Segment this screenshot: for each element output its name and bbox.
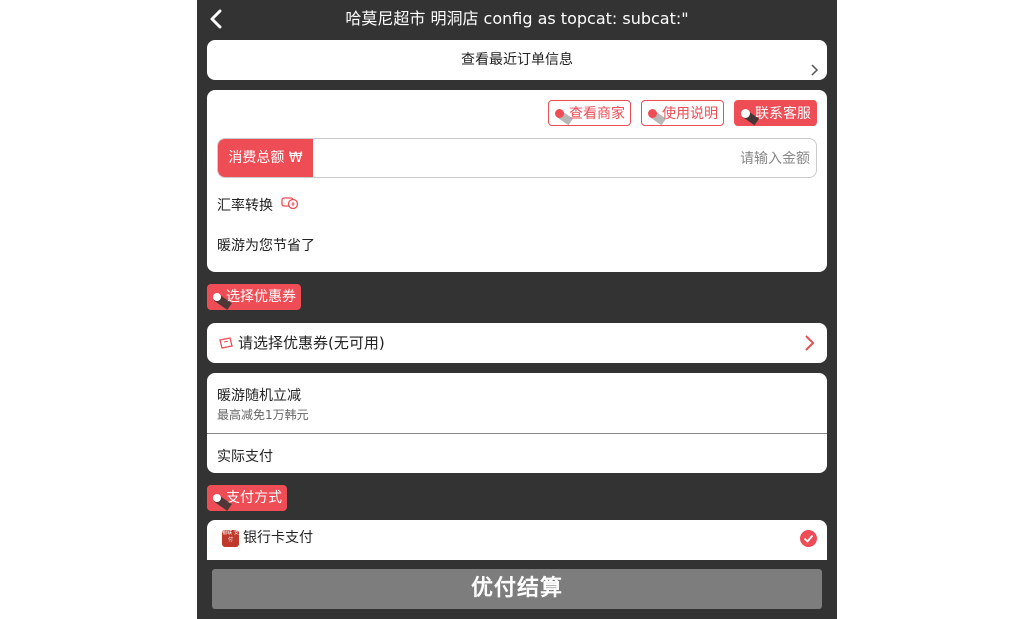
actual-pay-label: 实际支付 [217, 449, 273, 465]
dot-icon [213, 494, 221, 502]
instructions-label: 使用说明 [662, 106, 718, 122]
top-nav-bar: 哈莫尼超市 明洞店 config as topcat: subcat:" [197, 0, 837, 38]
exchange-rate-label: 汇率转换 [217, 198, 273, 214]
dot-icon [213, 293, 221, 301]
dot-icon [555, 109, 564, 118]
payment-form-card: 查看商家 使用说明 联系客服 消费总额 ₩ 汇率转换 [207, 90, 827, 272]
instructions-button[interactable]: 使用说明 [641, 100, 724, 126]
coupon-selector-label: 请选择优惠券(无可用) [238, 334, 385, 352]
payment-section-tag: 支付方式 [207, 485, 287, 511]
coupon-section-tag: 选择优惠券 [207, 284, 301, 310]
exchange-rate-row[interactable]: 汇率转换 [217, 196, 299, 216]
recent-order-link[interactable]: 查看最近订单信息 [207, 40, 827, 80]
check-icon[interactable] [800, 530, 817, 547]
discount-card: 暖游随机立减 最高减免1万韩元 实际支付 [207, 373, 827, 473]
divider [207, 433, 827, 434]
dot-icon [741, 109, 750, 118]
coupon-section-label: 选择优惠券 [226, 289, 296, 305]
page-title: 哈莫尼超市 明洞店 config as topcat: subcat:" [345, 9, 689, 28]
recent-order-label: 查看最近订单信息 [461, 52, 573, 68]
checkout-button[interactable]: 优付结算 [212, 569, 822, 609]
payment-section-label: 支付方式 [226, 490, 282, 506]
contact-support-button[interactable]: 联系客服 [734, 100, 817, 126]
view-merchant-button[interactable]: 查看商家 [548, 100, 631, 126]
amount-label: 消费总额 ₩ [218, 139, 313, 177]
contact-support-label: 联系客服 [755, 106, 811, 122]
currency-exchange-icon[interactable] [281, 196, 299, 216]
savings-text: 暖游为您节省了 [217, 238, 315, 254]
bank-card-payment-option[interactable]: 银联 支付 银行卡支付 [207, 520, 827, 560]
amount-input[interactable] [318, 139, 812, 177]
chevron-right-icon [809, 53, 819, 76]
bank-card-label: 银行卡支付 [243, 530, 313, 546]
random-discount-subtitle: 最高减免1万韩元 [217, 408, 309, 422]
unionpay-icon: 银联 支付 [222, 530, 239, 547]
chevron-right-icon [803, 334, 815, 356]
ticket-icon [219, 337, 233, 353]
amount-field: 消费总额 ₩ [217, 138, 817, 178]
view-merchant-label: 查看商家 [569, 106, 625, 122]
coupon-selector[interactable]: 请选择优惠券(无可用) [207, 323, 827, 363]
dot-icon [648, 109, 657, 118]
random-discount-title: 暖游随机立减 [217, 388, 301, 404]
app-frame: 哈莫尼超市 明洞店 config as topcat: subcat:" 查看最… [197, 0, 837, 619]
